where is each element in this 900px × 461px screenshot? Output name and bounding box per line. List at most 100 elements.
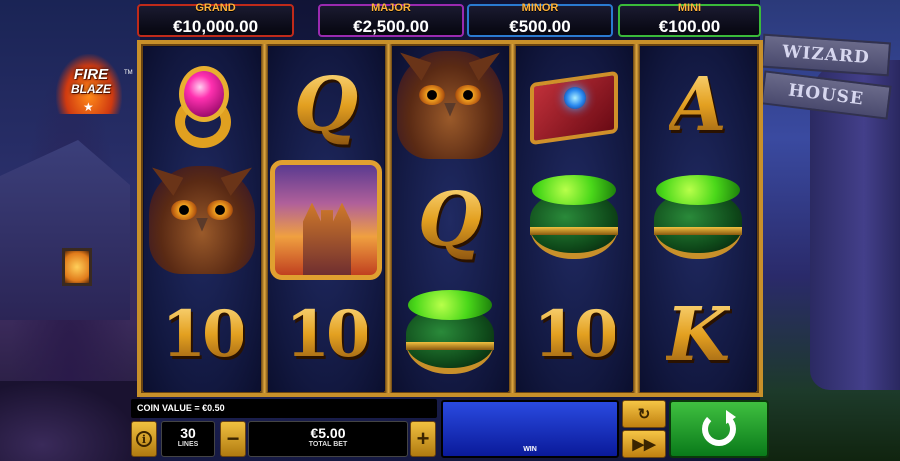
reel-divider <box>633 44 640 393</box>
jackpot-grand-label: GRAND <box>195 2 236 14</box>
total-bet-display: €5.00 TOTAL BET <box>248 421 408 457</box>
owl-ear <box>464 43 500 84</box>
cauldron-icon <box>400 288 500 382</box>
sign-board-top: WIZARD <box>760 33 892 77</box>
reel-divider <box>385 44 392 393</box>
info-button[interactable]: i <box>131 421 157 457</box>
cottage-window <box>62 248 92 286</box>
wizard-house-sign: WIZARD HOUSE <box>760 33 892 120</box>
reel-divider <box>261 44 268 393</box>
decrease-bet-button[interactable]: − <box>220 421 246 457</box>
ten-symbol-text: 10 <box>285 297 370 372</box>
castle-towers <box>303 202 351 275</box>
queen-symbol-text: Q <box>293 61 359 148</box>
ring-icon <box>161 60 243 150</box>
symbol-owl <box>144 162 260 277</box>
symbol-owl <box>392 47 508 162</box>
owl-beak <box>196 217 208 232</box>
cauldron-band <box>654 226 742 235</box>
ace-symbol-text: A <box>669 61 727 148</box>
queen-symbol-text: Q <box>417 176 483 263</box>
jackpot-mini-value: €100.00 <box>658 17 721 36</box>
jackpot-grand: GRAND €10,000.00 <box>137 2 294 37</box>
reel-4: 10 <box>516 47 632 392</box>
ten-symbol-text: 10 <box>161 297 246 372</box>
jackpot-mini: MINI €100.00 <box>618 2 761 37</box>
cauldron-icon <box>648 173 748 267</box>
ring-gem <box>179 65 229 122</box>
win-label: WIN <box>523 446 537 453</box>
win-display: WIN <box>441 400 619 458</box>
reel-5: A K <box>640 47 756 392</box>
jackpot-mini-label: MINI <box>677 2 702 14</box>
symbol-ace: A <box>640 47 756 162</box>
castle-icon <box>270 159 382 280</box>
symbol-queen: Q <box>392 162 508 277</box>
owl-icon <box>149 166 255 274</box>
jackpot-major-value: €2,500.00 <box>353 17 429 36</box>
info-icon: i <box>136 431 152 447</box>
symbol-cauldron <box>516 162 632 277</box>
reel-1: 10 <box>144 47 260 392</box>
autoplay-button[interactable]: ↻ <box>622 400 666 428</box>
star-icon: ★ <box>83 100 94 114</box>
symbol-cauldron <box>392 277 508 392</box>
cauldron-band <box>406 341 494 350</box>
turbo-button[interactable]: ▶▶ <box>622 430 666 458</box>
king-symbol-text: K <box>665 291 731 378</box>
reel-2: Q 10 <box>268 47 384 392</box>
control-panel: COIN VALUE = €0.50 i 30 LINES − €5.00 TO… <box>128 397 772 461</box>
owl-ear <box>216 158 252 199</box>
jackpot-grand-value: €10,000.00 <box>172 17 259 36</box>
ten-symbol-text: 10 <box>533 297 618 372</box>
symbol-spellbook <box>516 47 632 162</box>
reel-divider <box>509 44 516 393</box>
lines-value: 30 <box>180 425 196 441</box>
fire-blaze-logo: FIRE BLAZE ★ TM <box>50 54 133 118</box>
jackpot-minor-label: MINOR <box>521 2 559 14</box>
bushes-illustration <box>0 381 140 461</box>
coin-value-display[interactable]: COIN VALUE = €0.50 <box>131 399 437 418</box>
owl-eye <box>171 199 197 220</box>
owl-ear <box>152 158 188 199</box>
owl-eye <box>455 84 481 105</box>
trademark-mark: TM <box>124 70 133 76</box>
symbol-ring <box>144 47 260 162</box>
increase-bet-button[interactable]: + <box>410 421 436 457</box>
sign-board-bottom: HOUSE <box>760 70 892 120</box>
reel-3: Q <box>392 47 508 392</box>
symbol-castle <box>268 157 384 282</box>
jackpot-bar: GRAND €10,000.00 MAJOR €2,500.00 MINOR €… <box>137 0 761 38</box>
symbol-queen: Q <box>268 47 384 162</box>
cauldron-band <box>530 226 618 235</box>
logo-line-fire: FIRE <box>73 66 109 83</box>
owl-eye <box>419 84 445 105</box>
spellbook-gem <box>564 86 586 109</box>
owl-beak <box>444 102 456 117</box>
total-bet-value: €5.00 <box>310 425 346 441</box>
spin-button[interactable] <box>669 400 769 458</box>
fast-forward-icon: ▶▶ <box>632 436 656 453</box>
symbol-ten: 10 <box>268 277 384 392</box>
jackpot-minor-value: €500.00 <box>509 17 571 36</box>
owl-eye <box>207 199 233 220</box>
jackpot-major-label: MAJOR <box>371 2 411 14</box>
cauldron-icon <box>524 173 624 267</box>
jackpot-major: MAJOR €2,500.00 <box>318 2 464 37</box>
cauldron-brew <box>532 174 616 205</box>
symbol-cauldron <box>640 162 756 277</box>
owl-icon <box>397 51 503 159</box>
spellbook-icon <box>526 65 622 145</box>
lines-label: LINES <box>177 441 199 448</box>
spin-arrow-icon <box>702 410 736 446</box>
cauldron-brew <box>656 174 740 205</box>
cauldron-brew <box>408 289 492 320</box>
reel-grid: 10 Q 10 Q 10 A K <box>137 40 763 397</box>
logo-line-blaze: BLAZE <box>71 82 111 96</box>
symbol-king: K <box>640 277 756 392</box>
lines-display: 30 LINES <box>161 421 215 457</box>
owl-ear <box>400 43 436 84</box>
jackpot-minor: MINOR €500.00 <box>467 2 613 37</box>
symbol-ten: 10 <box>144 277 260 392</box>
cottage-illustration <box>0 140 130 320</box>
